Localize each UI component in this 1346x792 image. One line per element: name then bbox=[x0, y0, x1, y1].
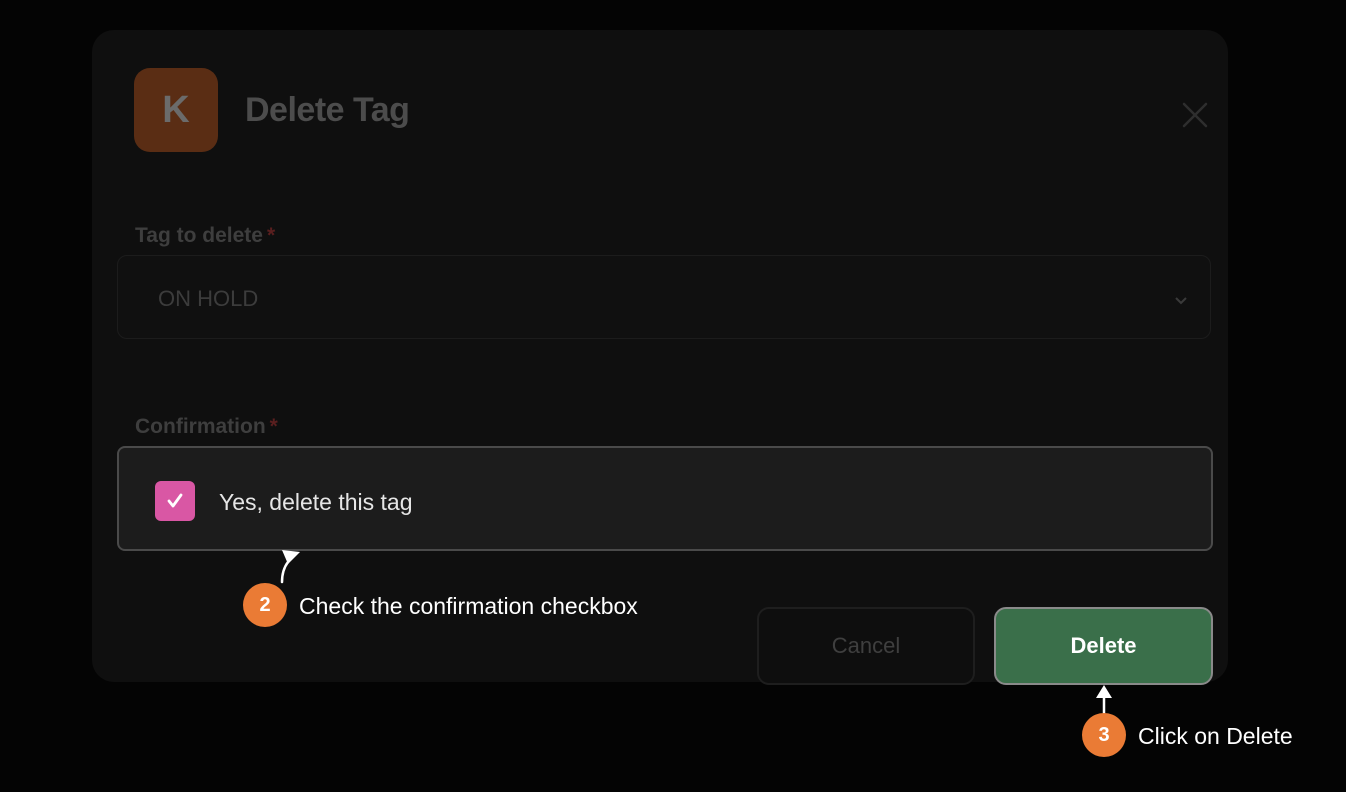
workspace-avatar: K bbox=[134, 68, 218, 152]
step-badge: 3 bbox=[1082, 713, 1126, 757]
confirmation-option[interactable]: Yes, delete this tag bbox=[117, 446, 1213, 551]
pointer-arrow-icon bbox=[1096, 685, 1112, 714]
step-instruction: Click on Delete bbox=[1138, 723, 1293, 749]
close-icon[interactable] bbox=[1180, 100, 1210, 130]
checkmark-icon bbox=[167, 493, 183, 508]
tag-field-label: Tag to delete * bbox=[135, 224, 275, 248]
required-mark: * bbox=[266, 224, 276, 247]
required-mark: * bbox=[269, 415, 278, 438]
confirmation-checkbox[interactable] bbox=[155, 481, 195, 521]
delete-button[interactable]: Delete bbox=[994, 607, 1213, 685]
tag-select-value: ON HOLD bbox=[158, 286, 259, 311]
confirmation-checkbox-label: Yes, delete this tag bbox=[219, 489, 413, 515]
chevron-down-icon bbox=[1175, 297, 1187, 305]
tag-field-label-text: Tag to delete bbox=[135, 224, 263, 247]
step-badge: 2 bbox=[243, 583, 287, 627]
pointer-arrow-icon bbox=[280, 550, 300, 584]
confirmation-label-text: Confirmation bbox=[135, 415, 266, 438]
step-instruction: Check the confirmation checkbox bbox=[299, 593, 638, 619]
dialog-title: Delete Tag bbox=[245, 91, 410, 129]
confirmation-label: Confirmation * bbox=[135, 415, 278, 439]
tag-select[interactable]: ON HOLD bbox=[117, 255, 1211, 339]
cancel-button[interactable]: Cancel bbox=[757, 607, 975, 685]
